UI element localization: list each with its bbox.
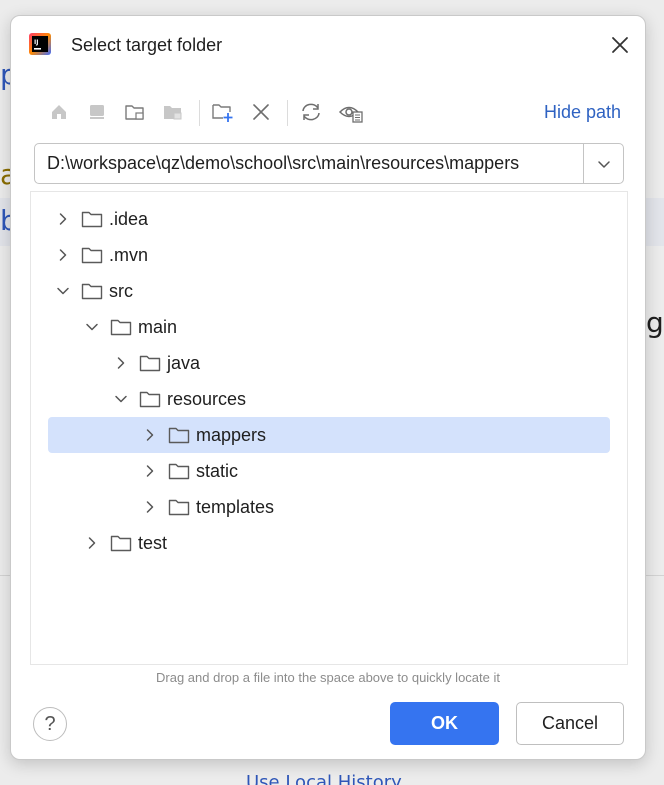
chevron-right-icon[interactable] — [142, 427, 158, 443]
tree-item-label: .mvn — [109, 245, 149, 265]
folder-icon — [168, 499, 190, 516]
tree-item-label: src — [109, 281, 133, 301]
folder-icon — [139, 391, 161, 408]
folder-icon — [168, 427, 190, 444]
help-button[interactable]: ? — [33, 707, 67, 741]
drag-drop-hint: Drag and drop a file into the space abov… — [156, 670, 500, 685]
path-input[interactable] — [35, 144, 583, 183]
desktop-icon — [90, 105, 104, 119]
tree-item-label: mappers — [196, 425, 267, 445]
folder-tree[interactable]: .idea .mvn src main java resources mappers stat… — [30, 191, 628, 665]
dialog-title: Select target folder — [71, 35, 223, 55]
tree-item-label: main — [138, 317, 178, 337]
tree-item-label: static — [196, 461, 239, 481]
intellij-idea-icon: IJ — [29, 33, 51, 55]
refresh-icon — [302, 103, 320, 121]
toolbar-separator — [199, 100, 200, 126]
new-folder-button[interactable] — [209, 96, 237, 128]
svg-text:IJ: IJ — [34, 39, 38, 46]
module-folder-button[interactable] — [159, 96, 187, 128]
chevron-right-icon[interactable] — [142, 499, 158, 515]
dialog-titlebar: IJ Select target folder — [11, 16, 645, 74]
delete-button[interactable] — [247, 96, 275, 128]
tree-row[interactable]: java — [31, 345, 627, 381]
folder-icon — [110, 535, 132, 552]
tree-item-label: java — [167, 353, 201, 373]
folder-icon — [81, 211, 103, 228]
show-hidden-icon — [338, 106, 363, 123]
folder-icon — [81, 283, 103, 300]
chevron-down-icon — [598, 160, 610, 168]
tree-item-label: test — [138, 533, 168, 553]
ok-button[interactable]: OK — [390, 702, 499, 745]
select-target-folder-dialog: IJ Select target folder Hide path D:\wor… — [10, 15, 646, 760]
tree-item-label: .idea — [109, 209, 149, 229]
tree-row[interactable]: mappers — [31, 417, 627, 453]
chevron-down-icon[interactable] — [55, 283, 71, 299]
path-dropdown-button[interactable] — [584, 144, 624, 183]
chevron-down-icon[interactable] — [84, 319, 100, 335]
tree-row[interactable]: .mvn — [31, 237, 627, 273]
folder-icon — [139, 355, 161, 372]
hide-path-link[interactable]: Hide path — [544, 102, 621, 123]
tree-row[interactable]: .idea — [31, 201, 627, 237]
new-folder-icon — [212, 104, 233, 122]
chevron-right-icon[interactable] — [84, 535, 100, 551]
folder-icon — [168, 463, 190, 480]
toolbar-separator — [287, 100, 288, 126]
tree-row[interactable]: resources — [31, 381, 627, 417]
tree-row[interactable]: src — [31, 273, 627, 309]
project-folder-button[interactable] — [121, 96, 149, 128]
refresh-button[interactable] — [297, 96, 325, 128]
background-text-fragment: g — [646, 306, 664, 339]
folder-icon — [81, 247, 103, 264]
home-icon — [52, 105, 66, 119]
module-folder-icon — [164, 106, 182, 120]
cancel-button[interactable]: Cancel — [516, 702, 624, 745]
delete-icon — [253, 104, 269, 120]
selection-highlight — [48, 417, 610, 453]
tree-row[interactable]: static — [31, 453, 627, 489]
chevron-right-icon[interactable] — [113, 355, 129, 371]
chevron-right-icon[interactable] — [142, 463, 158, 479]
desktop-button[interactable] — [83, 96, 111, 128]
tree-row[interactable]: templates — [31, 489, 627, 525]
chevron-right-icon[interactable] — [55, 211, 71, 227]
file-chooser-toolbar: Hide path — [41, 96, 631, 128]
tree-row[interactable]: test — [31, 525, 627, 561]
tree-item-label: resources — [167, 389, 247, 409]
project-folder-icon — [125, 105, 144, 120]
chevron-down-icon[interactable] — [113, 391, 129, 407]
folder-icon — [110, 319, 132, 336]
background-link[interactable]: Use Local History — [246, 772, 402, 785]
tree-row[interactable]: main — [31, 309, 627, 345]
home-button[interactable] — [45, 96, 73, 128]
close-icon[interactable] — [609, 34, 631, 56]
path-combobox — [34, 143, 624, 184]
chevron-right-icon[interactable] — [55, 247, 71, 263]
show-hidden-button[interactable] — [337, 96, 365, 128]
tree-item-label: templates — [196, 497, 275, 517]
